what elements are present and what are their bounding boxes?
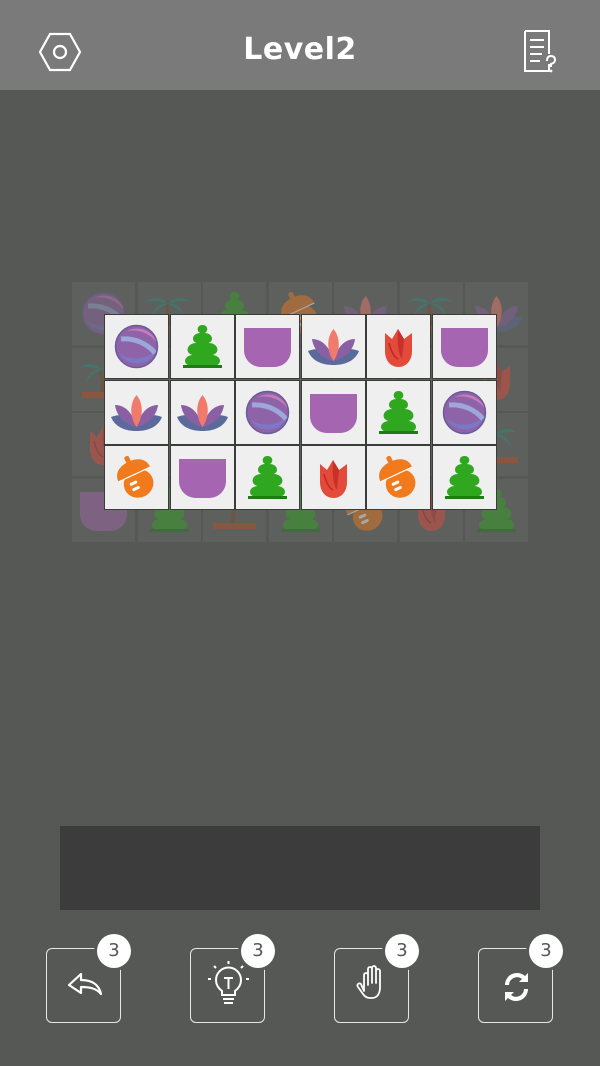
tile-lotus[interactable] bbox=[301, 315, 365, 378]
tile-pot[interactable] bbox=[432, 315, 496, 378]
ball-icon bbox=[442, 390, 486, 434]
tile-ball[interactable] bbox=[432, 380, 496, 444]
tile-board bbox=[72, 282, 528, 544]
acorn-icon bbox=[379, 455, 416, 498]
tile-tree[interactable] bbox=[432, 446, 496, 509]
tree-icon bbox=[248, 456, 287, 499]
document-question-icon[interactable] bbox=[516, 28, 564, 76]
tile-pot[interactable] bbox=[236, 315, 299, 378]
acorn-icon bbox=[117, 455, 154, 498]
tile-pot[interactable] bbox=[170, 446, 234, 509]
tree-icon bbox=[182, 325, 222, 368]
tile-acorn[interactable] bbox=[367, 446, 430, 509]
ball-icon bbox=[114, 324, 159, 369]
tile-ball[interactable] bbox=[105, 315, 168, 378]
pot-icon bbox=[440, 328, 488, 367]
tile-tree[interactable] bbox=[236, 446, 299, 509]
pot-icon bbox=[178, 459, 226, 498]
tulip-icon bbox=[319, 460, 347, 498]
tile-lotus[interactable] bbox=[105, 380, 168, 444]
hexagon-settings-icon[interactable] bbox=[36, 28, 84, 76]
pot-icon bbox=[244, 328, 291, 367]
tile-tree[interactable] bbox=[170, 315, 234, 378]
hint-count-badge: 3 bbox=[241, 934, 275, 968]
undo-count-badge: 3 bbox=[97, 934, 131, 968]
tile-tray bbox=[60, 826, 540, 910]
lotus-icon bbox=[307, 329, 359, 365]
lotus-icon bbox=[176, 394, 228, 431]
tile-lotus[interactable] bbox=[170, 380, 234, 444]
pot-icon bbox=[309, 393, 357, 433]
lotus-icon bbox=[111, 394, 162, 431]
tree-icon bbox=[379, 390, 418, 434]
tile-ball[interactable] bbox=[236, 380, 299, 444]
tree-icon bbox=[444, 456, 484, 499]
tile-acorn[interactable] bbox=[105, 446, 168, 509]
shuffle-count-badge: 3 bbox=[529, 934, 563, 968]
tile-tree[interactable] bbox=[367, 380, 430, 444]
ball-icon bbox=[245, 390, 290, 434]
level-title: Level2 bbox=[243, 32, 357, 67]
tulip-icon bbox=[385, 329, 412, 367]
tile-tulip[interactable] bbox=[301, 446, 365, 509]
remove-count-badge: 3 bbox=[385, 934, 419, 968]
tile-tulip[interactable] bbox=[367, 315, 430, 378]
tile-pot[interactable] bbox=[301, 380, 365, 444]
